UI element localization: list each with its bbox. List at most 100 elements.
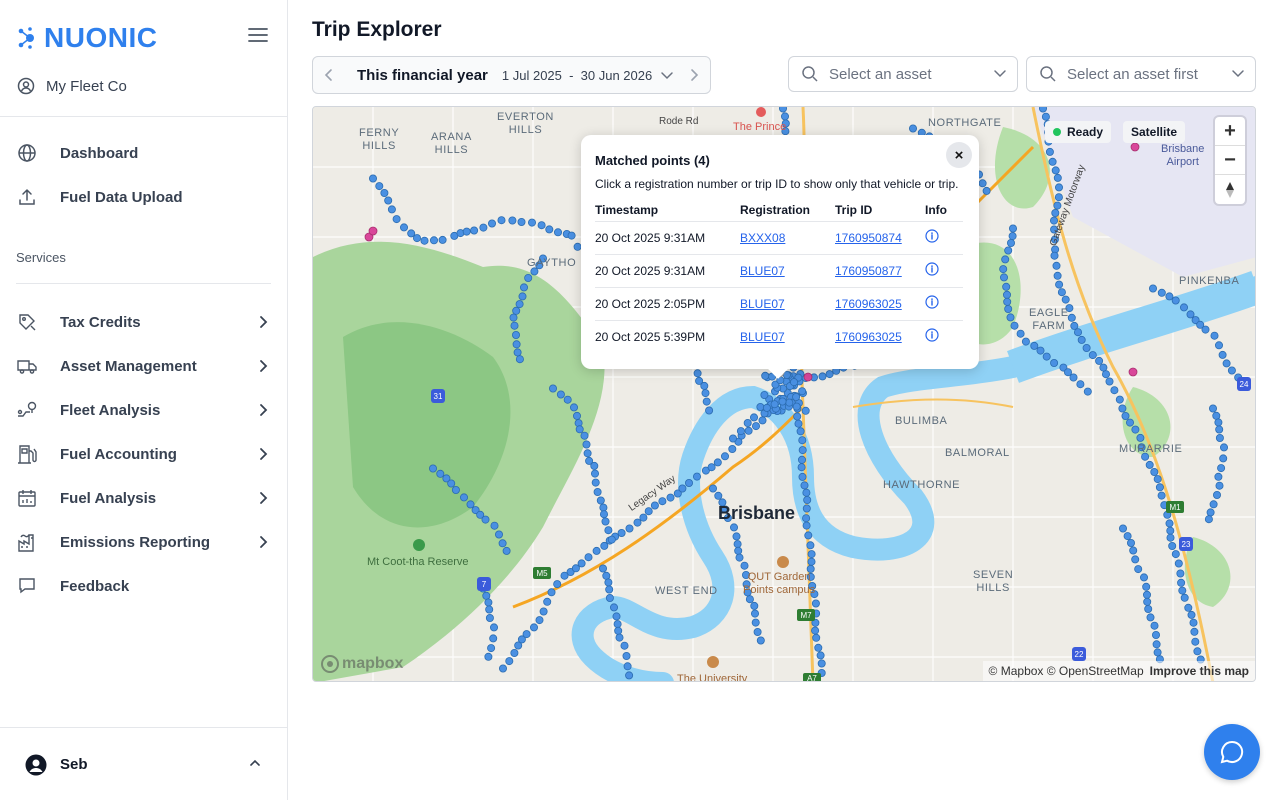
trip-point[interactable]: [792, 392, 801, 401]
nav-item-asset-management[interactable]: Asset Management: [16, 350, 272, 382]
trip-point[interactable]: [806, 541, 815, 550]
reset-bearing-button[interactable]: [1215, 175, 1245, 204]
trip-point[interactable]: [1149, 284, 1158, 293]
trip-point[interactable]: [1131, 555, 1140, 564]
trip-point[interactable]: [812, 633, 821, 642]
trip-point[interactable]: [512, 306, 521, 315]
trip-point[interactable]: [447, 479, 456, 488]
trip-point[interactable]: [797, 463, 806, 472]
trip-point[interactable]: [1215, 341, 1224, 350]
trip-point[interactable]: [1227, 366, 1236, 375]
trip-point[interactable]: [487, 219, 496, 228]
nav-item-feedback[interactable]: Feedback: [16, 570, 272, 602]
trip-point[interactable]: [622, 652, 631, 661]
previous-period-button[interactable]: [313, 57, 345, 93]
user-menu[interactable]: Seb: [0, 727, 288, 800]
trip-point[interactable]: [537, 221, 546, 230]
trip-point[interactable]: [462, 227, 471, 236]
trip-point[interactable]: [615, 633, 624, 642]
trip-point[interactable]: [1053, 173, 1062, 182]
trip-point[interactable]: [527, 218, 536, 227]
trip-point[interactable]: [617, 528, 626, 537]
trip-point[interactable]: [1110, 386, 1119, 395]
trip-point[interactable]: [1009, 224, 1018, 233]
nav-item-tax-credits[interactable]: Tax Credits: [16, 306, 272, 338]
trip-point[interactable]: [1209, 404, 1218, 413]
trip-point[interactable]: [633, 518, 642, 527]
highlighted-point[interactable]: [368, 226, 378, 236]
trip-point[interactable]: [489, 623, 498, 632]
trip-point[interactable]: [369, 174, 378, 183]
trip-point[interactable]: [1165, 292, 1174, 301]
trip-point[interactable]: [522, 630, 531, 639]
trip-point[interactable]: [751, 618, 760, 627]
trip-point[interactable]: [818, 372, 827, 381]
trip-point[interactable]: [693, 369, 702, 378]
trip-point[interactable]: [760, 390, 769, 399]
trip-point[interactable]: [1212, 411, 1221, 420]
trip-id-link[interactable]: 1760950877: [835, 264, 902, 278]
trip-point[interactable]: [779, 107, 787, 113]
trip-point[interactable]: [413, 234, 422, 243]
trip-point[interactable]: [543, 597, 552, 606]
trip-point[interactable]: [1036, 346, 1045, 355]
trip-point[interactable]: [1010, 321, 1019, 330]
trip-point[interactable]: [605, 593, 614, 602]
trip-point[interactable]: [797, 455, 806, 464]
trip-point[interactable]: [625, 671, 634, 680]
trip-point[interactable]: [601, 517, 610, 526]
trip-point[interactable]: [556, 390, 565, 399]
trip-point[interactable]: [1171, 296, 1180, 305]
trip-point[interactable]: [744, 426, 753, 435]
trip-point[interactable]: [1155, 483, 1164, 492]
trip-point[interactable]: [666, 493, 675, 502]
trip-point[interactable]: [728, 444, 737, 453]
trip-point[interactable]: [732, 532, 741, 541]
trip-point[interactable]: [713, 458, 722, 467]
trip-point[interactable]: [604, 526, 613, 535]
trip-point[interactable]: [481, 515, 490, 524]
trip-select[interactable]: Select an asset first: [1026, 56, 1256, 92]
trip-point[interactable]: [392, 215, 401, 224]
trip-point[interactable]: [1217, 464, 1226, 473]
trip-point[interactable]: [470, 226, 479, 235]
trip-point[interactable]: [1145, 460, 1154, 469]
highlighted-point[interactable]: [1130, 142, 1140, 152]
trip-point[interactable]: [502, 546, 511, 555]
trip-point[interactable]: [1121, 411, 1130, 420]
trip-point[interactable]: [1166, 533, 1175, 542]
trip-point[interactable]: [1190, 627, 1199, 636]
trip-point[interactable]: [498, 664, 507, 673]
trip-point[interactable]: [1168, 541, 1177, 550]
trip-point[interactable]: [592, 546, 601, 555]
trip-point[interactable]: [505, 657, 514, 666]
trip-point[interactable]: [508, 216, 517, 225]
trip-point[interactable]: [1004, 246, 1013, 255]
trip-point[interactable]: [720, 452, 729, 461]
trip-point[interactable]: [582, 440, 591, 449]
trip-point[interactable]: [1126, 418, 1135, 427]
trip-point[interactable]: [1186, 310, 1195, 319]
trip-point[interactable]: [1003, 290, 1012, 299]
trip-point[interactable]: [1215, 425, 1224, 434]
org-switcher[interactable]: My Fleet Co: [16, 76, 127, 96]
trip-point[interactable]: [639, 513, 648, 522]
trip-point[interactable]: [1008, 232, 1017, 241]
trip-point[interactable]: [545, 225, 554, 234]
trip-point[interactable]: [798, 436, 807, 445]
trip-point[interactable]: [607, 535, 616, 544]
trip-point[interactable]: [1021, 337, 1030, 346]
trip-point[interactable]: [793, 412, 802, 421]
trip-point[interactable]: [494, 530, 503, 539]
trip-point[interactable]: [743, 418, 752, 427]
nav-item-emissions-reporting[interactable]: Emissions Reporting: [16, 526, 272, 558]
trip-point[interactable]: [547, 588, 556, 597]
trip-point[interactable]: [789, 378, 798, 387]
trip-point[interactable]: [692, 472, 701, 481]
trip-point[interactable]: [420, 236, 429, 245]
trip-point[interactable]: [605, 585, 614, 594]
trip-point[interactable]: [778, 397, 787, 406]
info-icon[interactable]: [925, 262, 939, 276]
trip-point[interactable]: [438, 235, 447, 244]
trip-point[interactable]: [515, 355, 524, 364]
